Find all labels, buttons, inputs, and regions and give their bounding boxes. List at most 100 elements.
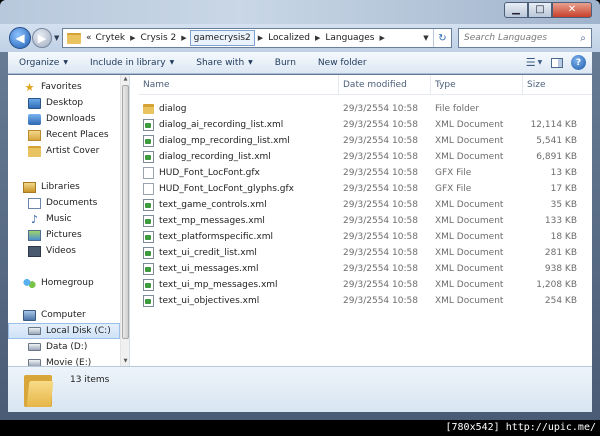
column-header-name[interactable]: Name xyxy=(139,75,339,95)
breadcrumb-overflow[interactable]: « xyxy=(84,29,94,47)
maximize-button[interactable]: □ xyxy=(528,2,552,18)
file-name: HUD_Font_LocFont.gfx xyxy=(159,168,260,178)
file-row[interactable]: dialog_ai_recording_list.xml 29/3/2554 10… xyxy=(139,117,592,133)
nav-item-movie-e[interactable]: Movie (E:) xyxy=(8,355,120,366)
xml-file-icon xyxy=(143,295,154,307)
nav-item-videos[interactable]: Videos xyxy=(8,243,120,259)
nav-item-desktop[interactable]: Desktop xyxy=(8,95,120,111)
scroll-down-icon[interactable]: ▼ xyxy=(121,357,129,366)
burn-button[interactable]: Burn xyxy=(264,52,307,73)
file-size: 13 KB xyxy=(550,168,577,178)
include-in-library-button[interactable]: Include in library ▼ xyxy=(79,52,185,73)
file-type: XML Document xyxy=(435,280,504,290)
nav-item-local-disk-c[interactable]: Local Disk (C:) xyxy=(8,323,120,339)
scrollbar-thumb[interactable] xyxy=(122,85,129,339)
burn-label: Burn xyxy=(274,57,296,68)
file-row[interactable]: text_ui_mp_messages.xml 29/3/2554 10:58 XM… xyxy=(139,277,592,293)
nav-item-recent-places[interactable]: Recent Places xyxy=(8,127,120,143)
music-note-icon: ♪ xyxy=(30,212,39,226)
file-row[interactable]: text_ui_credit_list.xml 29/3/2554 10:58 XM… xyxy=(139,245,592,261)
new-folder-label: New folder xyxy=(317,57,367,68)
file-row[interactable]: dialog 29/3/2554 10:58 File folder xyxy=(139,101,592,117)
close-button[interactable]: ✕ xyxy=(552,2,592,18)
breadcrumb-separator-icon[interactable]: ▶ xyxy=(255,34,266,42)
file-size: 6,891 KB xyxy=(536,152,577,162)
breadcrumb-crysis2[interactable]: Crysis 2 xyxy=(139,29,179,47)
nav-favorites[interactable]: ★ Favorites xyxy=(8,79,120,95)
breadcrumb-crytek[interactable]: Crytek xyxy=(94,29,128,47)
address-history-dropdown[interactable]: ▼ xyxy=(419,34,433,42)
nav-item-downloads[interactable]: Downloads xyxy=(8,111,120,127)
column-header-type[interactable]: Type xyxy=(431,75,523,95)
breadcrumb-separator-icon[interactable]: ▶ xyxy=(127,34,138,42)
file-row[interactable]: HUD_Font_LocFont.gfx 29/3/2554 10:58 GFX F… xyxy=(139,165,592,181)
favorites-group: ★ Favorites Desktop Downloads Recent Pla… xyxy=(8,79,120,159)
file-size: 133 KB xyxy=(544,216,577,226)
chevron-down-icon: ▼ xyxy=(248,59,253,66)
nav-computer[interactable]: Computer xyxy=(8,307,120,323)
nav-item-documents[interactable]: Documents xyxy=(8,195,120,211)
search-input[interactable] xyxy=(459,33,575,43)
breadcrumb-languages[interactable]: Languages xyxy=(323,29,376,47)
file-row[interactable]: text_platformspecific.xml 29/3/2554 10:58… xyxy=(139,229,592,245)
breadcrumb-separator-icon[interactable]: ▶ xyxy=(312,34,323,42)
column-header-date[interactable]: Date modified xyxy=(339,75,431,95)
breadcrumb-localized[interactable]: Localized xyxy=(266,29,312,47)
file-row[interactable]: text_mp_messages.xml 29/3/2554 10:58 XML D… xyxy=(139,213,592,229)
command-bar: Organize ▼ Include in library ▼ Share wi… xyxy=(8,52,592,74)
minimize-button[interactable]: ▁ xyxy=(504,2,528,18)
title-bar[interactable]: ▁ □ ✕ xyxy=(0,0,600,24)
file-date: 29/3/2554 10:58 xyxy=(343,168,418,178)
address-bar[interactable]: « Crytek ▶ Crysis 2 ▶ gamecrysis2 ▶ Loca… xyxy=(62,28,452,48)
forward-button[interactable]: ▶ xyxy=(32,28,52,48)
share-with-button[interactable]: Share with ▼ xyxy=(185,52,264,73)
file-name: text_ui_credit_list.xml xyxy=(159,248,257,258)
address-row: ◀ ▶ ▼ « Crytek ▶ Crysis 2 ▶ gamecrysis2 … xyxy=(0,24,600,52)
watermark: [780x542] http://upic.me/ xyxy=(441,420,600,436)
organize-button[interactable]: Organize ▼ xyxy=(8,52,79,73)
nav-homegroup[interactable]: Homegroup xyxy=(8,275,120,291)
nav-item-artist-cover[interactable]: Artist Cover xyxy=(8,143,120,159)
file-date: 29/3/2554 10:58 xyxy=(343,104,418,114)
refresh-button[interactable]: ↻ xyxy=(433,29,451,47)
file-row[interactable]: HUD_Font_LocFont_glyphs.gfx 29/3/2554 10:… xyxy=(139,181,592,197)
nav-scrollbar[interactable]: ▲ ▼ xyxy=(120,75,129,366)
address-actions: ▼ ↻ xyxy=(419,29,451,47)
recent-pages-dropdown[interactable]: ▼ xyxy=(54,34,59,42)
breadcrumb-separator-icon[interactable]: ▶ xyxy=(377,34,388,42)
file-type: XML Document xyxy=(435,136,504,146)
change-view-button[interactable]: ☰ ▼ xyxy=(521,54,547,72)
file-row[interactable]: text_ui_objectives.xml 29/3/2554 10:58 XML… xyxy=(139,293,592,309)
nav-item-music[interactable]: ♪ Music xyxy=(8,211,120,227)
xml-file-icon xyxy=(143,151,154,163)
preview-pane-button[interactable] xyxy=(547,54,567,72)
file-date: 29/3/2554 10:58 xyxy=(343,200,418,210)
back-button[interactable]: ◀ xyxy=(9,27,31,49)
search-icon[interactable]: ⌕ xyxy=(575,33,591,44)
breadcrumb-gamecrysis2[interactable]: gamecrysis2 xyxy=(189,30,255,46)
file-size: 17 KB xyxy=(550,184,577,194)
breadcrumb-separator-icon[interactable]: ▶ xyxy=(178,34,189,42)
nav-libraries[interactable]: Libraries xyxy=(8,179,120,195)
file-row[interactable]: dialog_recording_list.xml 29/3/2554 10:58… xyxy=(139,149,592,165)
nav-homegroup-label: Homegroup xyxy=(41,278,94,288)
file-size: 5,541 KB xyxy=(536,136,577,146)
nav-item-data-d[interactable]: Data (D:) xyxy=(8,339,120,355)
nav-item-pictures[interactable]: Pictures xyxy=(8,227,120,243)
file-row[interactable]: text_ui_messages.xml 29/3/2554 10:58 XML D… xyxy=(139,261,592,277)
new-folder-button[interactable]: New folder xyxy=(307,52,378,73)
item-count: 13 items xyxy=(70,375,110,385)
file-name: dialog xyxy=(159,104,187,114)
file-date: 29/3/2554 10:58 xyxy=(343,248,418,258)
library-icon xyxy=(23,181,36,193)
navigation-pane: ★ Favorites Desktop Downloads Recent Pla… xyxy=(8,75,130,366)
help-button[interactable]: ? xyxy=(571,55,586,70)
file-type: File folder xyxy=(435,104,480,114)
disk-drive-icon xyxy=(28,343,41,351)
file-row[interactable]: text_game_controls.xml 29/3/2554 10:58 XML… xyxy=(139,197,592,213)
libraries-group: Libraries Documents ♪ Music Pictures Vid… xyxy=(8,179,120,259)
file-row[interactable]: dialog_mp_recording_list.xml 29/3/2554 10… xyxy=(139,133,592,149)
scroll-up-icon[interactable]: ▲ xyxy=(121,75,129,84)
column-header-size[interactable]: Size xyxy=(523,75,583,95)
file-type: XML Document xyxy=(435,248,504,258)
